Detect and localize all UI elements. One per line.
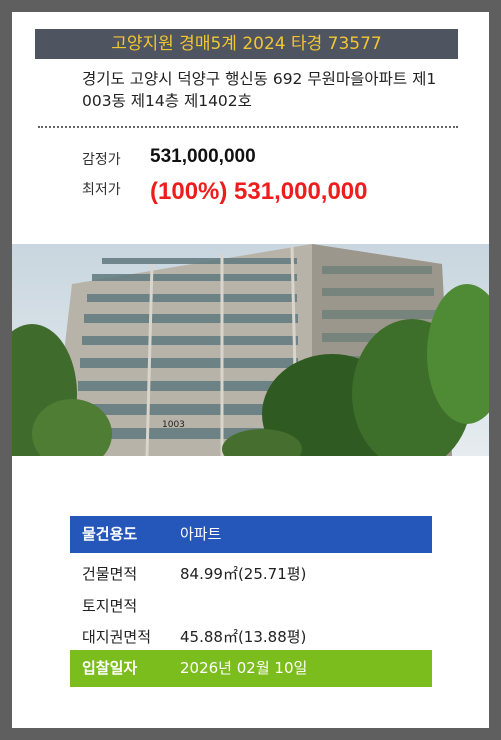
minimum-price-label: 최저가: [82, 182, 121, 198]
case-title: 고양지원 경매5계 2024 타경 73577: [35, 29, 458, 59]
appraisal-value: 531,000,000: [150, 146, 256, 167]
property-type-label: 물건용도: [82, 525, 138, 543]
property-photo: 1003: [12, 244, 489, 456]
bid-date-value: 2026년 02월 10일: [180, 659, 308, 677]
property-type-value: 아파트: [180, 525, 222, 543]
property-type-row: 물건용도 아파트: [70, 516, 432, 553]
property-address: 경기도 고양시 덕양구 행신동 692 무원마을아파트 제1 003동 제14층…: [82, 68, 482, 112]
bid-date-row: 입찰일자 2026년 02월 10일: [70, 650, 432, 687]
appraisal-label: 감정가: [82, 152, 121, 168]
address-line-1: 경기도 고양시 덕양구 행신동 692 무원마을아파트 제1: [82, 70, 437, 88]
bid-date-label: 입찰일자: [82, 659, 138, 677]
address-line-2: 003동 제14층 제1402호: [82, 92, 252, 110]
dotted-divider: [38, 126, 458, 128]
building-number-sign: 1003: [162, 420, 185, 430]
auction-card: 고양지원 경매5계 2024 타경 73577 경기도 고양시 덕양구 행신동 …: [12, 12, 489, 728]
minimum-price-value: (100%) 531,000,000: [150, 178, 368, 205]
